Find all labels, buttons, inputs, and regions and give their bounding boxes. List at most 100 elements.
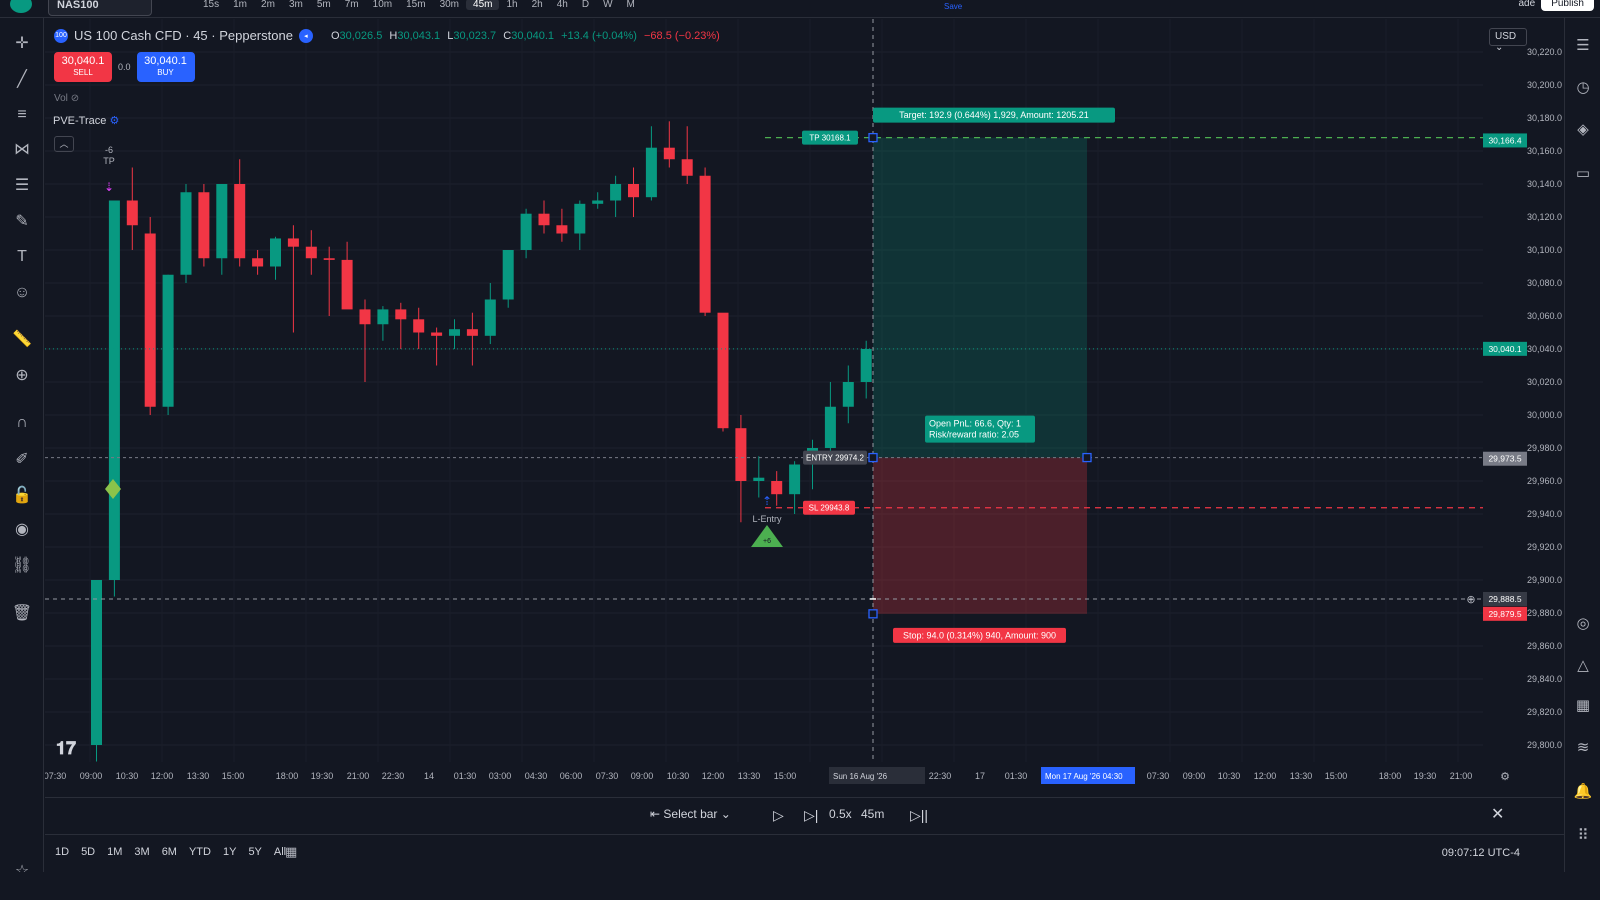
ruler-icon[interactable]: 📏 [11,328,33,350]
currency-select[interactable]: USD ⌄ [1489,28,1527,53]
publish-button[interactable]: Publish [1541,0,1594,11]
app-logo[interactable] [10,0,32,13]
candle-body[interactable] [449,329,460,336]
candle-body[interactable] [341,259,353,310]
candle-body[interactable] [305,246,317,259]
signal-icon[interactable]: ≋ [1572,736,1594,758]
candle-body[interactable] [842,382,854,407]
replay-interval[interactable]: 45m [861,807,884,821]
emoji-icon[interactable]: ☺ [11,282,33,304]
range-5d[interactable]: 5D [81,846,95,858]
candle-body[interactable] [574,203,586,234]
go-to-date-icon[interactable]: ▦ [285,844,297,860]
candle-body[interactable] [824,406,836,448]
replay-speed[interactable]: 0.5x [829,807,852,821]
target-zone[interactable] [873,137,1087,458]
fib-icon[interactable]: ☰ [11,174,33,196]
candle-body[interactable] [466,329,478,336]
save-button[interactable]: Save [944,2,962,11]
timeframe-4h[interactable]: 4h [550,0,575,10]
candle-body[interactable] [323,258,335,260]
candle-body[interactable] [162,274,174,407]
range-ytd[interactable]: YTD [189,846,211,858]
select-bar-button[interactable]: ⇤ Select bar ⌄ [650,807,731,821]
candle-body[interactable] [699,175,711,313]
stop-zone[interactable] [873,457,1087,614]
timeframe-3m[interactable]: 3m [282,0,310,10]
candle-body[interactable] [592,200,604,204]
timeframe-W[interactable]: W [596,0,619,10]
timeframe-1m[interactable]: 1m [226,0,254,10]
range-1d[interactable]: 1D [55,846,69,858]
resize-handle[interactable] [1082,452,1092,463]
alerts-clock-icon[interactable]: ◷ [1572,76,1594,98]
collapse-legend-button[interactable]: ︿ [54,136,74,152]
candle-body[interactable] [681,159,693,176]
sell-button[interactable]: 30,040.1 SELL [54,52,112,82]
chat-icon[interactable]: ▭ [1572,162,1594,184]
timeframe-2m[interactable]: 2m [254,0,282,10]
candle-body[interactable] [520,213,532,250]
timeframe-15m[interactable]: 15m [399,0,432,10]
magnet-icon[interactable]: ∩ [11,412,33,434]
play-icon[interactable]: ▷ [773,807,784,824]
indicator-legend[interactable]: PVE-Trace ⚙ [53,114,119,127]
timeframe-5m[interactable]: 5m [310,0,338,10]
eye-icon[interactable]: ◉ [11,518,33,540]
target-icon[interactable]: ◎ [1572,612,1594,634]
candle-body[interactable] [216,184,228,259]
candle-body[interactable] [108,200,120,581]
candle-body[interactable] [377,309,389,325]
calendar-icon[interactable]: ▦ [1572,694,1594,716]
symbol-title[interactable]: US 100 Cash CFD · 45 · Pepperstone [74,28,293,43]
candle-body[interactable] [717,312,729,429]
candle-body[interactable] [270,238,281,267]
resize-handle[interactable] [868,132,878,143]
buy-button[interactable]: 30,040.1 BUY [136,52,195,82]
link-icon[interactable]: ⛓ [11,554,33,576]
clock-display[interactable]: 09:07:12 UTC-4 [1442,847,1520,859]
resize-handle[interactable] [868,452,878,463]
range-6m[interactable]: 6M [162,846,177,858]
resize-handle[interactable] [868,609,878,619]
candle-body[interactable] [663,147,675,160]
candle-body[interactable] [252,258,264,267]
watchlist-icon[interactable]: ☰ [1572,34,1594,56]
timeframe-D[interactable]: D [575,0,596,10]
timeframe-M[interactable]: M [620,0,642,10]
timeframe-10m[interactable]: 10m [366,0,399,10]
hidden-eye-icon[interactable]: ⊘ [71,93,79,104]
candle-body[interactable] [144,233,156,407]
crosshair-icon[interactable]: ✛ [11,32,33,54]
settings-icon[interactable]: ⚙ [109,115,119,127]
range-5y[interactable]: 5Y [248,846,261,858]
candle-body[interactable] [735,428,747,481]
trend-line-icon[interactable]: ╱ [11,68,33,90]
range-3m[interactable]: 3M [134,846,149,858]
candle-body[interactable] [610,184,622,201]
trash-icon[interactable]: 🗑 [11,602,33,624]
pattern-icon[interactable]: ⋈ [11,138,33,160]
candle-body[interactable] [484,299,496,336]
layers-icon[interactable]: ◈ [1572,118,1594,140]
zoom-icon[interactable]: ⊕ [11,364,33,386]
axis-settings-icon[interactable]: ⚙ [1500,771,1510,783]
candle-body[interactable] [431,332,443,336]
horizontal-lines-icon[interactable]: ≡ [11,104,33,126]
lock-icon[interactable]: 🔓 [11,484,33,506]
candle-body[interactable] [538,213,550,226]
jump-to-realtime-icon[interactable]: ▷|| [910,807,928,824]
candle-body[interactable] [91,580,102,745]
range-1m[interactable]: 1M [107,846,122,858]
candle-body[interactable] [359,309,371,325]
candle-body[interactable] [234,184,246,259]
apps-grid-icon[interactable]: ⠿ [1572,824,1594,846]
candle-body[interactable] [628,184,639,198]
trade-button[interactable]: ade [1519,0,1536,9]
brush-icon[interactable]: ✎ [11,210,33,232]
volume-indicator[interactable]: Vol ⊘ [54,93,79,104]
candle-body[interactable] [126,200,138,226]
timeframe-2h[interactable]: 2h [525,0,550,10]
step-forward-icon[interactable]: ▷| [804,807,818,824]
candle-body[interactable] [502,250,514,300]
